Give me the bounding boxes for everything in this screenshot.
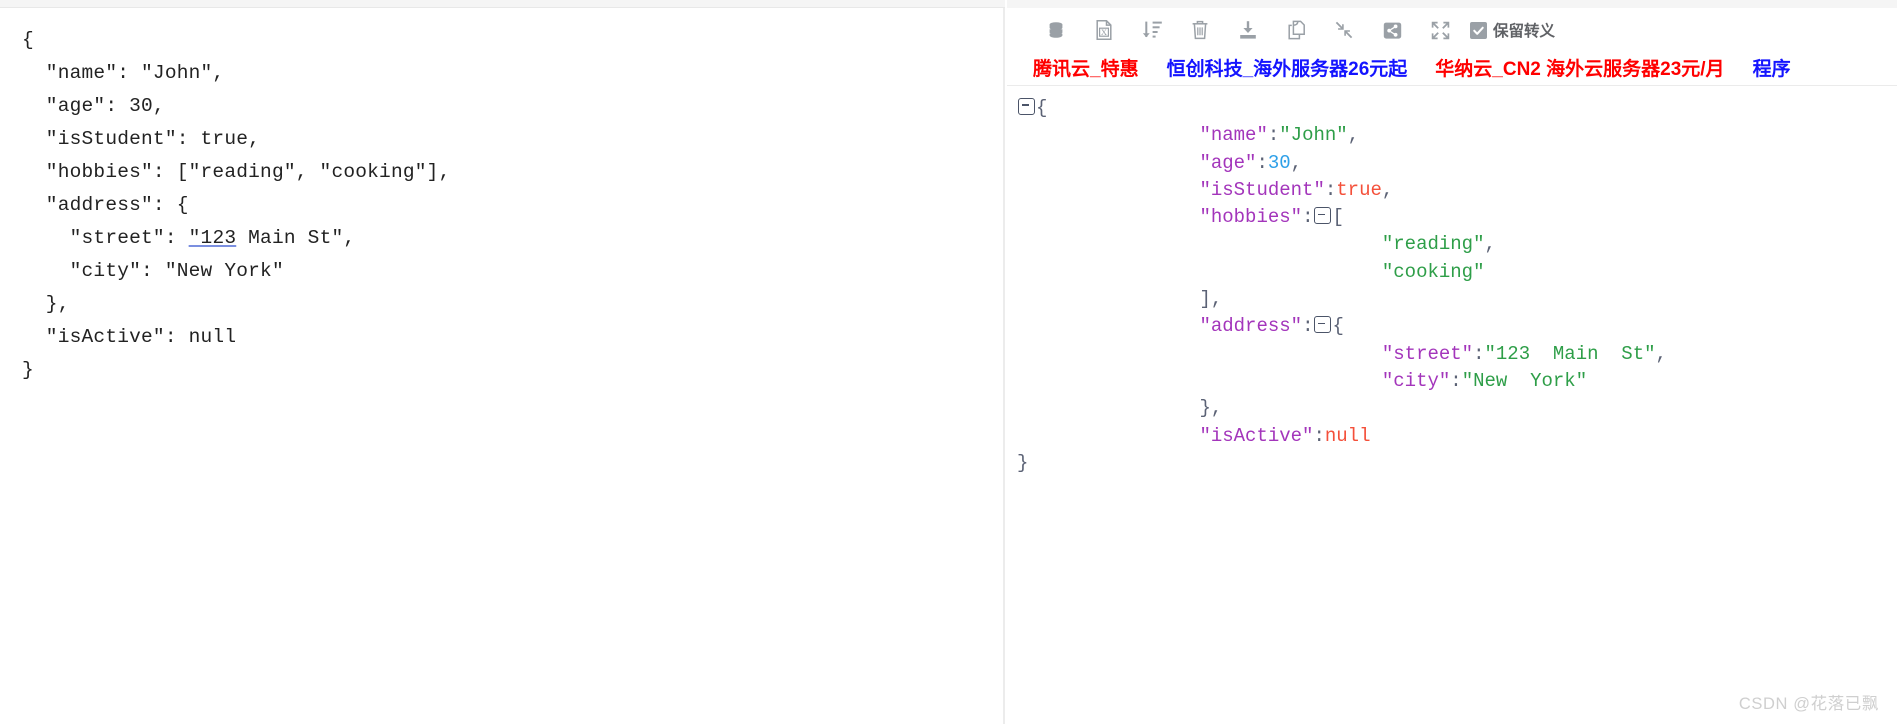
json-token: [ xyxy=(1332,206,1344,229)
expand-icon[interactable] xyxy=(1416,13,1464,47)
trash-icon[interactable] xyxy=(1176,13,1224,47)
json-token: "city" xyxy=(1381,369,1451,392)
left-pane-topbar xyxy=(0,0,1005,8)
json-token: 30 xyxy=(1267,151,1291,174)
json-token: }, xyxy=(1199,397,1223,420)
json-token: , xyxy=(1484,233,1496,256)
json-token: true xyxy=(1336,178,1382,201)
json-token: : xyxy=(1256,151,1268,174)
promo-link[interactable]: 恒创科技_海外服务器26元起 xyxy=(1167,54,1408,81)
compress-icon[interactable] xyxy=(1320,13,1368,47)
promo-links-bar: 腾讯云_特惠 恒创科技_海外服务器26元起 华纳云_CN2 海外云服务器23元/月 程… xyxy=(1007,50,1897,86)
json-output-line: { xyxy=(1017,95,1897,122)
json-token: : xyxy=(1473,342,1485,365)
json-token: "isStudent" xyxy=(1199,178,1325,201)
code-line: { xyxy=(22,29,34,51)
fold-toggle-icon[interactable] xyxy=(1314,316,1332,334)
json-output-line: ], xyxy=(1017,286,1897,313)
json-token: null xyxy=(1324,424,1371,447)
json-token: "isActive" xyxy=(1199,424,1314,447)
sort-ascending-icon[interactable] xyxy=(1128,13,1176,47)
code-line: "address": { xyxy=(22,194,189,216)
json-token: { xyxy=(1036,97,1048,119)
left-input-pane: { "name": "John", "age": 30, "isStudent"… xyxy=(0,0,1005,724)
code-line: "name": "John", xyxy=(22,62,225,84)
json-token: "New York" xyxy=(1461,369,1588,392)
promo-link[interactable]: 华纳云_CN2 海外云服务器23元/月 xyxy=(1435,54,1724,81)
code-line: "city": "New York" xyxy=(22,260,284,282)
json-output-line: }, xyxy=(1017,395,1897,422)
json-token: : xyxy=(1313,424,1325,447)
json-token: "reading" xyxy=(1381,233,1485,256)
json-output-line: "street":"123 Main St", xyxy=(1017,341,1897,368)
json-token: "cooking" xyxy=(1381,260,1485,283)
json-token: : xyxy=(1302,315,1314,338)
share-icon[interactable] xyxy=(1368,13,1416,47)
code-line: "age": 30, xyxy=(22,95,165,117)
json-token: "address" xyxy=(1199,315,1303,338)
json-token: , xyxy=(1290,151,1303,174)
json-output-line: "reading", xyxy=(1017,231,1897,258)
json-token: { xyxy=(1332,315,1344,338)
json-output-line: "cooking" xyxy=(1017,259,1897,286)
fold-toggle-icon[interactable] xyxy=(1314,207,1332,225)
output-toolbar: X 保留转义 xyxy=(1007,8,1897,52)
json-input-editor[interactable]: { "name": "John", "age": 30, "isStudent"… xyxy=(0,14,1005,714)
excel-file-icon[interactable]: X xyxy=(1080,13,1128,47)
promo-link[interactable]: 腾讯云_特惠 xyxy=(1033,54,1139,81)
download-icon[interactable] xyxy=(1224,13,1272,47)
json-token: , xyxy=(1655,342,1667,365)
database-icon[interactable] xyxy=(1032,13,1080,47)
json-token: : xyxy=(1324,178,1337,201)
json-token: "age" xyxy=(1199,151,1257,174)
json-token: "name" xyxy=(1199,124,1268,147)
json-output-line: "city":"New York" xyxy=(1017,368,1897,395)
csdn-watermark: CSDN @花落已飘 xyxy=(1738,695,1879,713)
json-token: ], xyxy=(1199,288,1223,311)
json-token: : xyxy=(1302,206,1314,229)
json-output-line: "address": { xyxy=(1017,313,1897,340)
json-formatter-app: { "name": "John", "age": 30, "isStudent"… xyxy=(0,0,1897,724)
promo-link[interactable]: 程序 xyxy=(1753,54,1791,81)
json-token: : xyxy=(1267,124,1280,147)
json-token: , xyxy=(1381,178,1394,201)
fold-toggle-icon[interactable] xyxy=(1018,98,1035,115)
json-output-line: "age":30, xyxy=(1017,150,1897,177)
json-output-view[interactable]: { "name":"John", "age":30, "isStudent":t… xyxy=(1007,86,1897,724)
right-output-pane: X 保留转义 腾讯云_特惠 恒创科技_海外服务器26元起 华纳云_CN2 海外云… xyxy=(1007,0,1897,724)
json-token: } xyxy=(1017,451,1029,474)
json-output-line: "name":"John", xyxy=(1017,122,1897,149)
right-pane-topbar xyxy=(1007,0,1897,8)
checkbox-checked-icon[interactable] xyxy=(1470,21,1487,39)
json-token: : xyxy=(1450,369,1462,392)
keep-escape-toggle[interactable]: 保留转义 xyxy=(1470,19,1555,41)
keep-escape-label: 保留转义 xyxy=(1493,23,1556,40)
json-token: "123 Main St" xyxy=(1484,342,1656,365)
spellcheck-underlined-token: "123 xyxy=(188,227,237,249)
code-line: "hobbies": ["reading", "cooking"], xyxy=(22,161,451,183)
code-line: }, xyxy=(22,293,70,315)
json-output-line: "hobbies": [ xyxy=(1017,204,1897,231)
json-token: "street" xyxy=(1381,342,1474,365)
code-line: "street": "123 Main St", xyxy=(22,227,356,249)
json-output-line: } xyxy=(1017,450,1897,477)
code-line: "isStudent": true, xyxy=(22,128,261,150)
json-output-line: "isActive":null xyxy=(1017,423,1897,450)
copy-icon[interactable] xyxy=(1272,13,1320,47)
json-token: "John" xyxy=(1279,124,1348,147)
json-token: "hobbies" xyxy=(1199,206,1303,229)
json-output-line: "isStudent":true, xyxy=(1017,177,1897,204)
json-token: , xyxy=(1347,124,1360,147)
code-line: } xyxy=(22,359,34,381)
code-line: "isActive": null xyxy=(22,326,237,348)
